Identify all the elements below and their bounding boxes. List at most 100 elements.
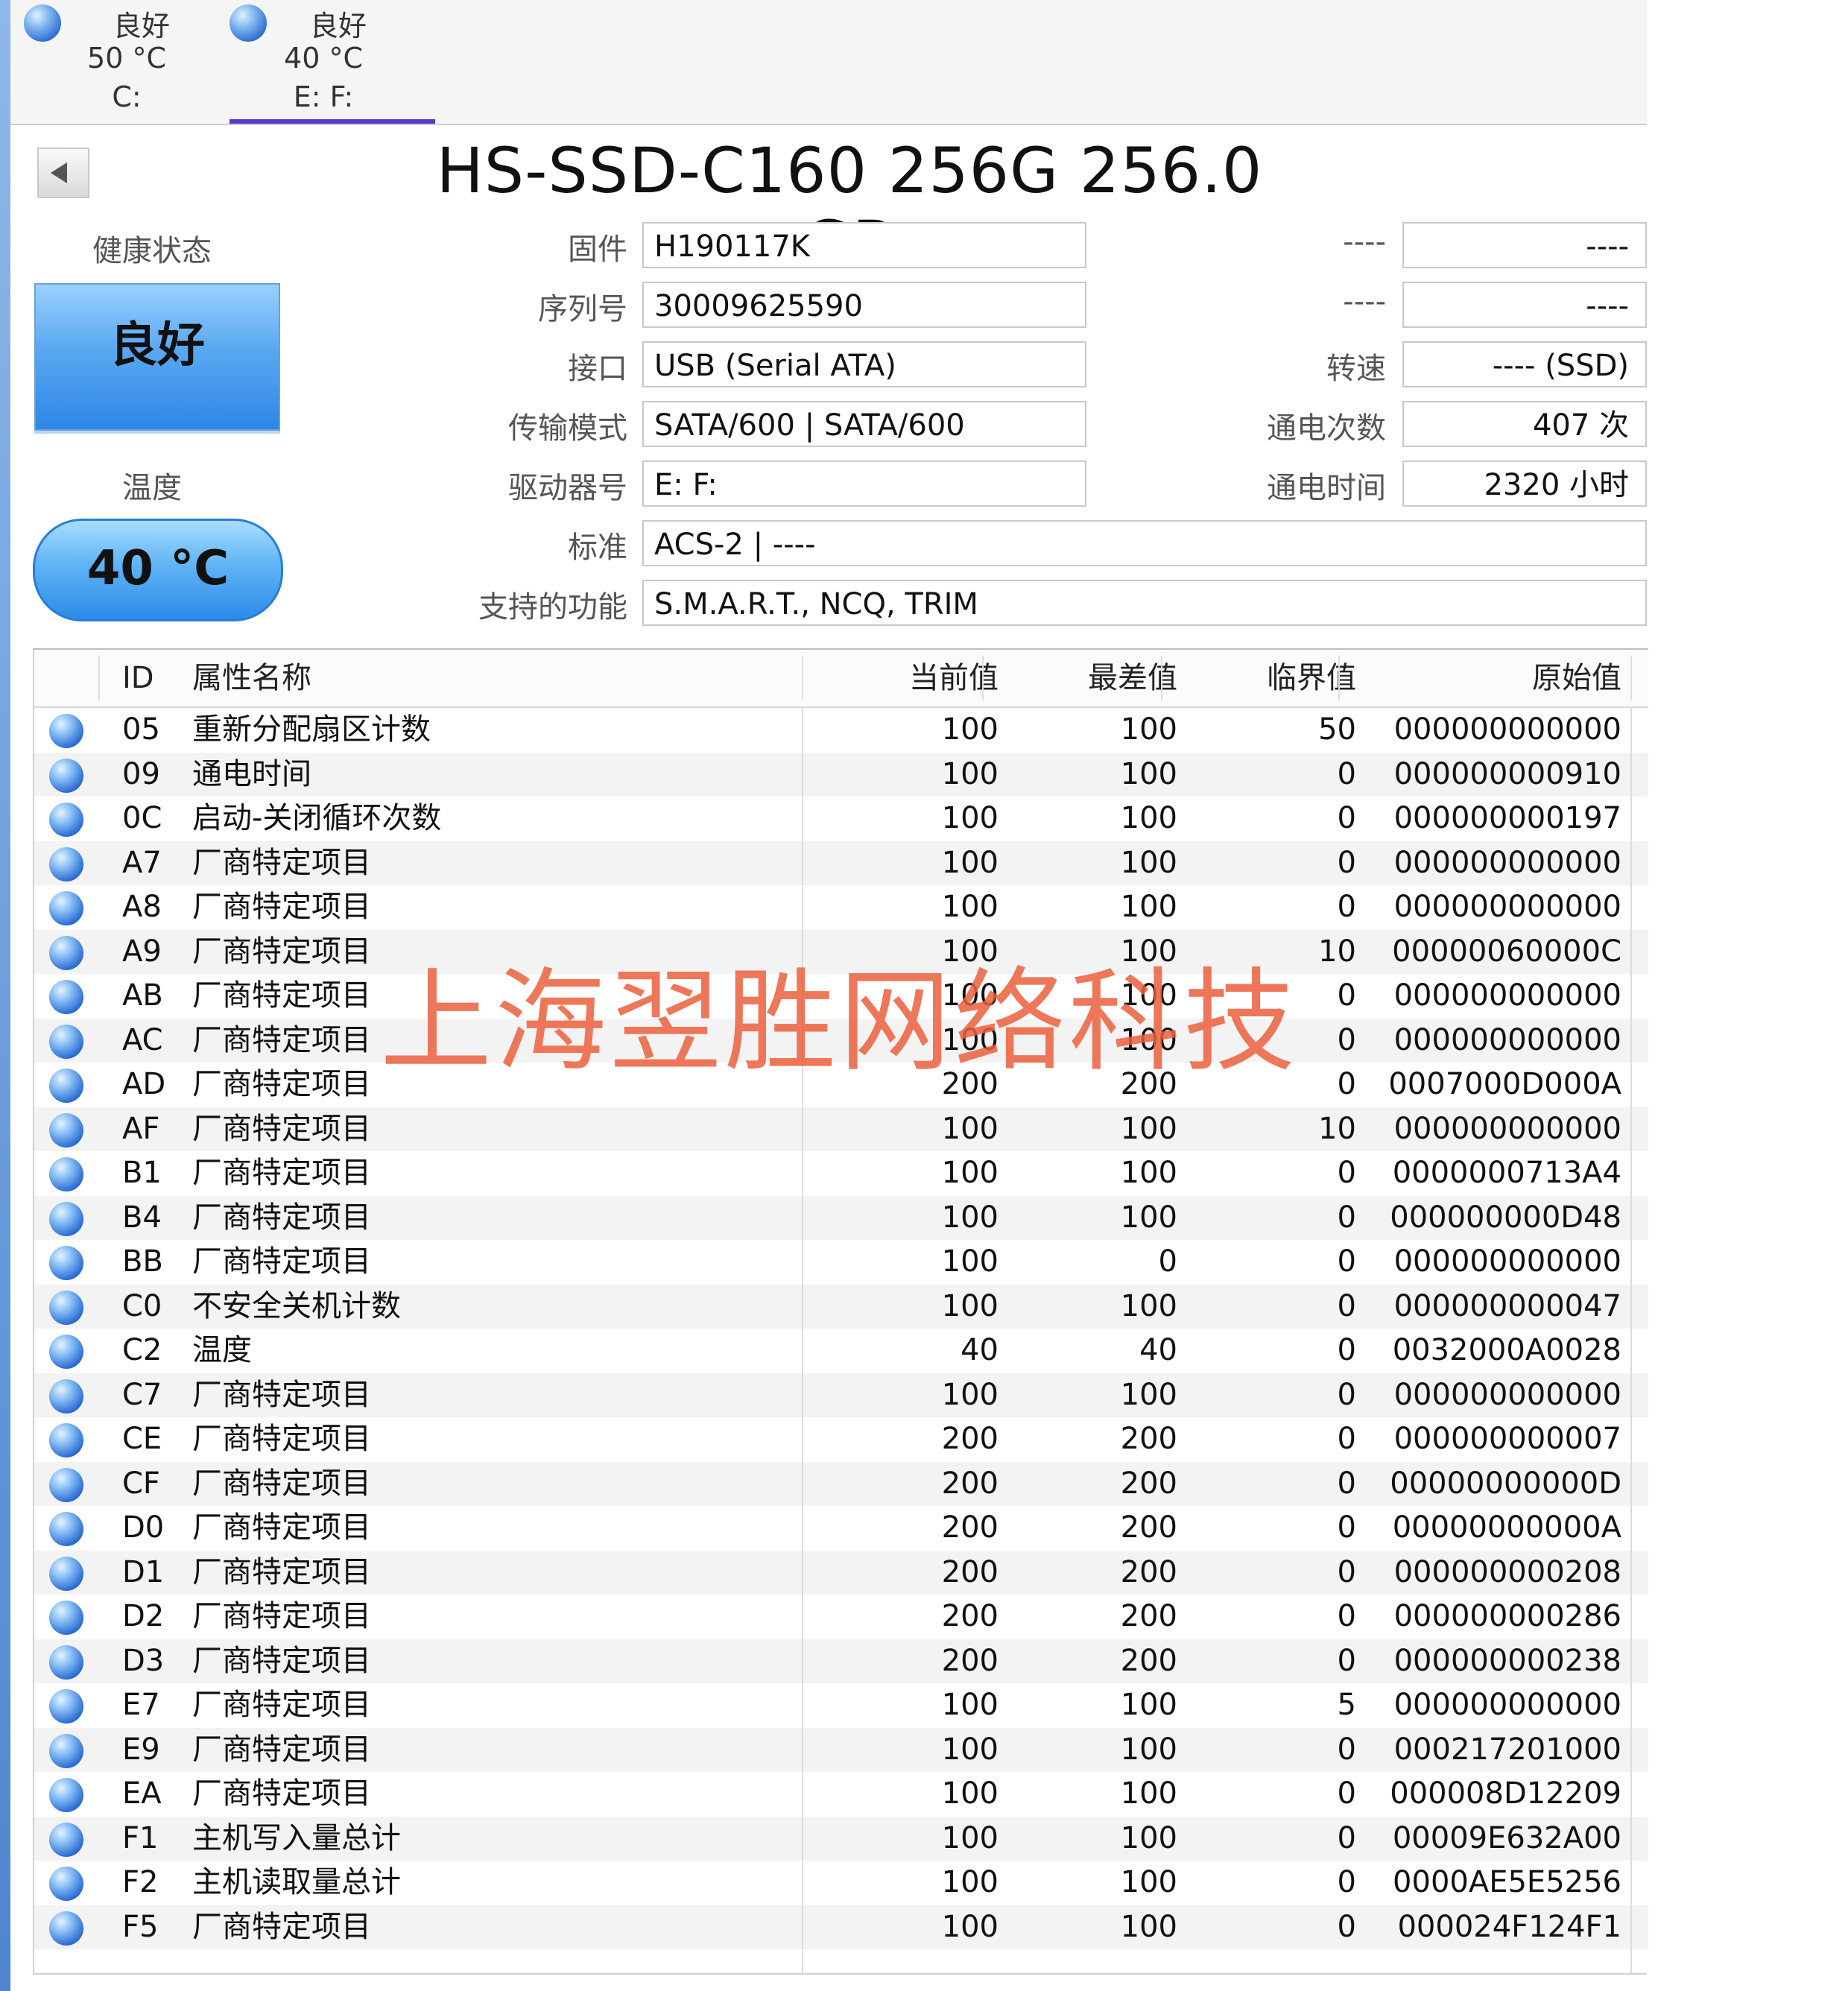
cell-worst: 100 — [1120, 1288, 1177, 1323]
cell-threshold: 0 — [1337, 1244, 1356, 1279]
table-row[interactable]: C7 厂商特定项目 100 100 0 000000000000 — [34, 1373, 1648, 1417]
column-header-raw[interactable]: 原始值 — [1338, 650, 1621, 706]
table-row[interactable]: E9 厂商特定项目 100 100 0 000217201000 — [34, 1727, 1648, 1772]
column-separator — [802, 656, 803, 700]
status-dot-icon — [49, 1467, 83, 1502]
table-row[interactable]: D3 厂商特定项目 200 200 0 000000000238 — [34, 1639, 1648, 1683]
cell-raw: 000000000000 — [1393, 1377, 1621, 1412]
cell-attribute-name: 厂商特定项目 — [192, 1776, 371, 1811]
health-status-button[interactable]: 良好 — [34, 283, 280, 431]
cell-current: 200 — [941, 1554, 999, 1589]
previous-disk-button[interactable] — [37, 148, 89, 198]
cell-threshold: 0 — [1337, 756, 1356, 791]
cell-worst: 100 — [1120, 756, 1177, 791]
table-row[interactable]: E7 厂商特定项目 100 100 5 000000000000 — [34, 1683, 1648, 1728]
cell-raw: 00000000000A — [1392, 1510, 1621, 1545]
cell-current: 100 — [941, 712, 999, 747]
cell-threshold: 0 — [1337, 1200, 1356, 1235]
table-row[interactable]: 05 重新分配扇区计数 100 100 50 000000000000 — [34, 708, 1648, 753]
table-row[interactable]: A8 厂商特定项目 100 100 0 000000000000 — [34, 885, 1648, 930]
column-separator — [1338, 656, 1340, 700]
table-row[interactable]: D2 厂商特定项目 200 200 0 000000000286 — [34, 1595, 1648, 1639]
cell-raw: 000024F124F1 — [1397, 1909, 1621, 1944]
cell-worst: 100 — [1120, 1820, 1177, 1855]
table-row[interactable]: F2 主机读取量总计 100 100 0 0000AE5E5256 — [34, 1861, 1648, 1905]
cell-attribute-name: 厂商特定项目 — [192, 1377, 371, 1412]
cell-raw: 000000000000 — [1393, 1688, 1621, 1722]
cell-id: B1 — [122, 1156, 162, 1190]
table-row[interactable]: C2 温度 40 40 0 0032000A0028 — [34, 1329, 1648, 1373]
status-dot-icon — [49, 935, 83, 970]
status-dot-icon — [49, 846, 83, 881]
column-header-worst[interactable]: 最差值 — [982, 650, 1177, 706]
cell-attribute-name: 主机读取量总计 — [192, 1865, 401, 1899]
interface-field: USB (Serial ATA) — [642, 341, 1086, 387]
cell-raw: 00009E632A00 — [1392, 1820, 1621, 1855]
serial-label: 序列号 — [538, 292, 627, 326]
disk-tab-ef[interactable]: 良好 40 °C E: F: — [219, 0, 435, 124]
cell-worst: 0 — [1158, 1244, 1177, 1279]
table-row[interactable]: EA 厂商特定项目 100 100 0 000008D12209 — [34, 1772, 1648, 1817]
table-row[interactable]: BB 厂商特定项目 100 0 0 000000000000 — [34, 1240, 1648, 1285]
cell-raw: 000000000000 — [1393, 1111, 1621, 1146]
status-dot-icon — [49, 1112, 83, 1148]
cell-attribute-name: 温度 — [192, 1333, 252, 1367]
interface-label: 接口 — [568, 352, 627, 386]
cell-raw: 0007000D000A — [1388, 1067, 1621, 1101]
cell-current: 200 — [941, 1599, 999, 1633]
empty-field-2: ---- — [1402, 282, 1647, 328]
table-row[interactable]: A7 厂商特定项目 100 100 0 000000000000 — [34, 841, 1648, 885]
cell-worst: 100 — [1120, 1688, 1177, 1722]
table-bottom-border — [33, 1973, 1647, 1975]
cell-current: 100 — [941, 1377, 999, 1412]
cell-current: 100 — [941, 1111, 999, 1146]
table-row[interactable]: F1 主机写入量总计 100 100 0 00009E632A00 — [34, 1816, 1648, 1861]
table-row[interactable]: D1 厂商特定项目 200 200 0 000000000208 — [34, 1550, 1648, 1595]
table-row[interactable]: F5 厂商特定项目 100 100 0 000024F124F1 — [34, 1905, 1648, 1949]
table-row[interactable]: AF 厂商特定项目 100 100 10 000000000000 — [34, 1107, 1648, 1151]
table-row[interactable]: 0C 启动-关闭循环次数 100 100 0 000000000197 — [34, 797, 1648, 841]
cell-worst: 40 — [1139, 1333, 1177, 1367]
column-separator — [1161, 656, 1162, 700]
cell-attribute-name: 厂商特定项目 — [192, 1909, 371, 1944]
cell-worst: 200 — [1120, 1422, 1177, 1456]
cell-attribute-name: 主机写入量总计 — [192, 1820, 401, 1855]
cell-current: 100 — [941, 756, 999, 791]
table-row[interactable]: B4 厂商特定项目 100 100 0 000000000D48 — [34, 1195, 1648, 1240]
status-dot-icon — [49, 1378, 83, 1414]
table-row[interactable]: D0 厂商特定项目 200 200 0 00000000000A — [34, 1506, 1648, 1551]
table-row[interactable]: 09 通电时间 100 100 0 000000000910 — [34, 752, 1648, 797]
table-row[interactable]: CF 厂商特定项目 200 200 0 00000000000D — [34, 1461, 1648, 1506]
cell-threshold: 0 — [1337, 1909, 1356, 1944]
cell-threshold: 0 — [1337, 1599, 1356, 1633]
column-header-current[interactable]: 当前值 — [803, 650, 999, 706]
empty-label-2: ---- — [1343, 285, 1386, 319]
cell-id: D1 — [122, 1554, 165, 1589]
cell-attribute-name: 重新分配扇区计数 — [192, 712, 431, 747]
cell-current: 100 — [941, 1776, 999, 1811]
table-row[interactable]: C0 不安全关机计数 100 100 0 000000000047 — [34, 1284, 1648, 1329]
cell-threshold: 0 — [1337, 1510, 1356, 1545]
cell-threshold: 0 — [1337, 1156, 1356, 1190]
cell-attribute-name: 厂商特定项目 — [192, 1111, 371, 1146]
serial-field: 30009625590 — [642, 282, 1086, 328]
cell-attribute-name: 厂商特定项目 — [192, 1156, 371, 1190]
status-dot-icon — [49, 1645, 83, 1680]
temperature-button[interactable]: 40 °C — [33, 519, 283, 621]
table-row[interactable]: B1 厂商特定项目 100 100 0 0000000713A4 — [34, 1151, 1648, 1196]
cell-threshold: 0 — [1337, 801, 1356, 835]
cell-id: D2 — [122, 1599, 165, 1633]
column-separator — [982, 656, 984, 700]
table-row[interactable]: CE 厂商特定项目 200 200 0 000000000007 — [34, 1417, 1648, 1462]
status-dot-icon — [49, 1601, 83, 1635]
column-separator — [1630, 656, 1632, 700]
column-header-id[interactable]: ID — [122, 650, 154, 706]
column-header-threshold[interactable]: 临界值 — [1161, 650, 1356, 706]
status-dot-icon — [49, 1290, 83, 1325]
disk-tab-c[interactable]: 良好 50 °C C: — [22, 0, 231, 121]
cell-id: 0C — [122, 801, 162, 835]
cell-id: C7 — [122, 1377, 162, 1412]
column-header-name[interactable]: 属性名称 — [192, 650, 311, 706]
cell-attribute-name: 启动-关闭循环次数 — [192, 801, 442, 835]
cell-threshold: 0 — [1337, 1776, 1356, 1811]
